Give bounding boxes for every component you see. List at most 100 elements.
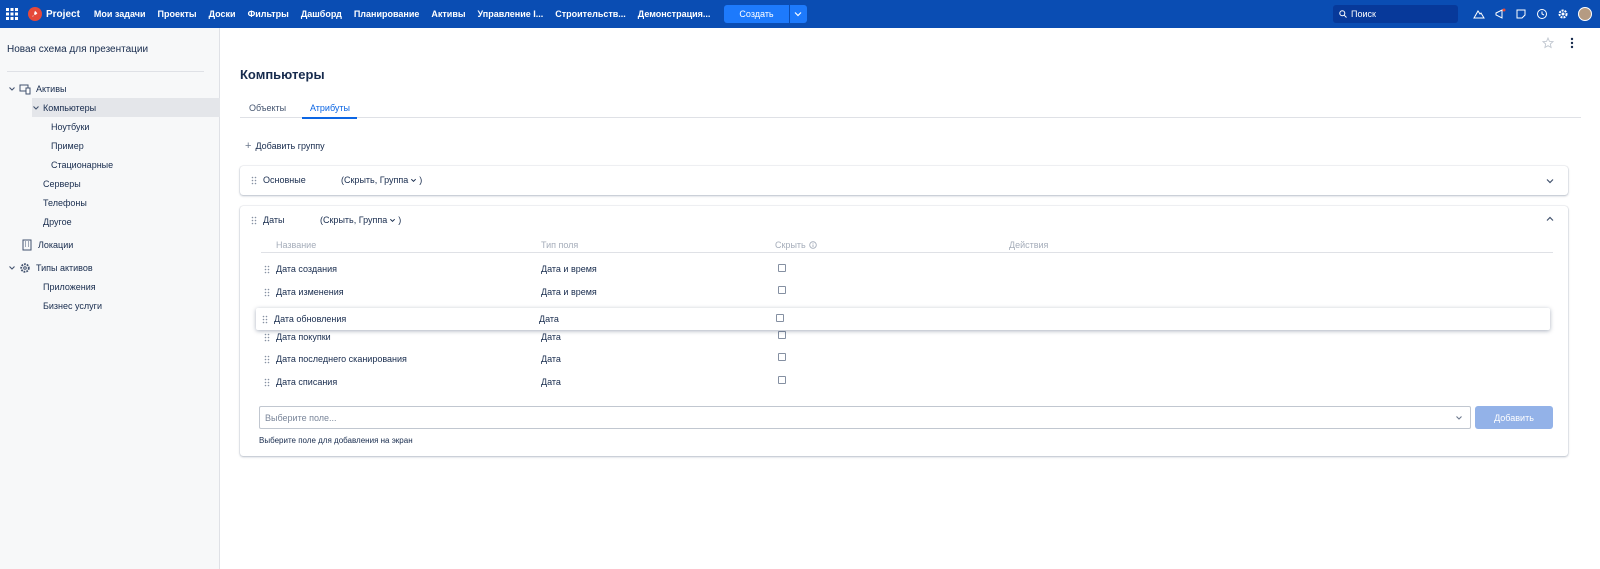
app-switcher-icon[interactable] (0, 0, 24, 28)
info-icon[interactable] (808, 241, 817, 249)
chevron-down-icon[interactable] (8, 85, 16, 93)
drag-handle-icon[interactable] (264, 333, 270, 342)
nav-boards[interactable]: Доски (209, 9, 236, 19)
sidebar-item-label: Активы (36, 83, 67, 94)
sidebar-item-applications[interactable]: Приложения (43, 277, 96, 296)
hide-checkbox[interactable] (778, 353, 786, 361)
brand[interactable]: Project (28, 7, 80, 21)
group-name: Даты (263, 215, 285, 225)
field-type: Дата и время (541, 287, 597, 297)
chevron-down-icon[interactable] (32, 104, 40, 112)
nav-projects[interactable]: Проекты (158, 9, 197, 19)
sidebar-item-asset-types[interactable]: Типы активов (8, 258, 93, 277)
sidebar-item-label: Пример (51, 140, 84, 151)
history-button[interactable] (1531, 0, 1552, 28)
create-button[interactable]: Создать (724, 5, 789, 23)
drag-handle-icon[interactable] (251, 176, 257, 185)
more-menu-icon[interactable] (1567, 37, 1577, 49)
sidebar-divider (7, 71, 204, 72)
note-icon (1516, 9, 1525, 19)
star-icon[interactable] (1542, 37, 1554, 49)
column-header-hide: Скрыть (775, 240, 817, 250)
tab-objects[interactable]: Объекты (249, 103, 286, 113)
group-meta: (Скрыть, Группа (341, 175, 409, 185)
gear-icon (1558, 9, 1567, 19)
drag-handle-icon[interactable] (262, 315, 268, 324)
chevron-down-icon[interactable] (410, 177, 417, 184)
table-row: Дата изменения Дата и время (261, 282, 1553, 302)
nav-dashboard[interactable]: Дашборд (301, 9, 342, 19)
tab-attributes[interactable]: Атрибуты (310, 103, 350, 113)
building-icon (22, 239, 32, 250)
search-input[interactable]: Поиск (1333, 5, 1458, 23)
sidebar-item-assets[interactable]: Активы (8, 79, 220, 98)
field-type: Дата (541, 377, 561, 387)
notifications-button[interactable] (1468, 0, 1489, 28)
top-icons (1468, 0, 1594, 28)
hide-checkbox[interactable] (778, 376, 786, 384)
helper-text: Выберите поле для добавления на экран (259, 436, 413, 445)
field-name: Дата обновления (274, 314, 347, 324)
sidebar-item-locations[interactable]: Локации (21, 235, 73, 254)
header-divider (261, 252, 1553, 253)
chevron-down-icon[interactable] (389, 217, 396, 224)
sidebar-item-servers[interactable]: Серверы (43, 174, 81, 193)
column-header-name: Название (276, 240, 317, 250)
drag-handle-icon[interactable] (251, 216, 257, 225)
drag-handle-icon[interactable] (264, 265, 270, 274)
nav-planning[interactable]: Планирование (354, 9, 420, 19)
field-name: Дата последнего сканирования (276, 354, 407, 364)
mountain-icon (1472, 10, 1485, 19)
table-row: Дата списания Дата (261, 372, 1553, 392)
drag-handle-icon[interactable] (264, 288, 270, 297)
nav-construction[interactable]: Строительств... (555, 9, 626, 19)
group-header-main: Основные (Скрыть, Группа ) (251, 175, 422, 185)
field-name: Дата покупки (276, 332, 331, 342)
add-group-button[interactable]: + Добавить группу (245, 140, 325, 152)
nav-demo[interactable]: Демонстрация... (638, 9, 711, 19)
hide-checkbox[interactable] (778, 331, 786, 339)
table-row: Дата создания Дата и время (261, 259, 1553, 279)
hide-checkbox[interactable] (778, 286, 786, 294)
rocket-logo-icon (28, 7, 42, 21)
sidebar-item-example[interactable]: Пример (51, 136, 84, 155)
nav-assets[interactable]: Активы (431, 9, 465, 19)
sidebar-item-other[interactable]: Другое (43, 212, 72, 231)
schema-title: Новая схема для презентации (7, 44, 149, 55)
chevron-down-icon[interactable] (8, 264, 16, 272)
field-name: Дата создания (276, 264, 337, 274)
hide-checkbox[interactable] (776, 314, 784, 322)
collapse-chevron-icon[interactable] (1545, 214, 1555, 224)
group-meta: (Скрыть, Группа (320, 215, 388, 225)
profile-button[interactable] (1573, 0, 1594, 28)
column-header-type: Тип поля (541, 240, 579, 250)
hide-checkbox[interactable] (778, 264, 786, 272)
brand-name: Project (46, 8, 80, 20)
avatar (1577, 7, 1592, 21)
create-dropdown-button[interactable] (789, 5, 807, 23)
dragging-table-row[interactable]: Дата обновления Дата (256, 308, 1550, 330)
chevron-down-icon (794, 12, 802, 17)
sidebar-item-phones[interactable]: Телефоны (43, 193, 87, 212)
releases-button[interactable] (1489, 0, 1510, 28)
drag-handle-icon[interactable] (264, 378, 270, 387)
notes-button[interactable] (1510, 0, 1531, 28)
table-row: Дата покупки Дата (261, 327, 1553, 347)
nav-management[interactable]: Управление I... (478, 9, 544, 19)
nav-filters[interactable]: Фильтры (248, 9, 289, 19)
sidebar-item-laptops[interactable]: Ноутбуки (51, 117, 89, 136)
sidebar-item-business-services[interactable]: Бизнес услуги (43, 296, 102, 315)
group-meta-close: ) (419, 175, 423, 185)
sidebar-item-desktops[interactable]: Стационарные (51, 155, 113, 174)
drag-handle-icon[interactable] (264, 355, 270, 364)
nav-my-tasks[interactable]: Мои задачи (94, 9, 146, 19)
sidebar-item-computers[interactable]: Компьютеры (32, 98, 220, 117)
sidebar-item-label: Телефоны (43, 197, 87, 208)
add-field-button[interactable]: Добавить (1475, 406, 1553, 429)
expand-chevron-icon[interactable] (1545, 176, 1555, 186)
field-type: Дата (541, 332, 561, 342)
field-select[interactable]: Выберите поле... (259, 406, 1471, 429)
settings-button[interactable] (1552, 0, 1573, 28)
column-header-actions: Действия (1009, 240, 1049, 250)
sidebar-item-label: Серверы (43, 178, 81, 189)
